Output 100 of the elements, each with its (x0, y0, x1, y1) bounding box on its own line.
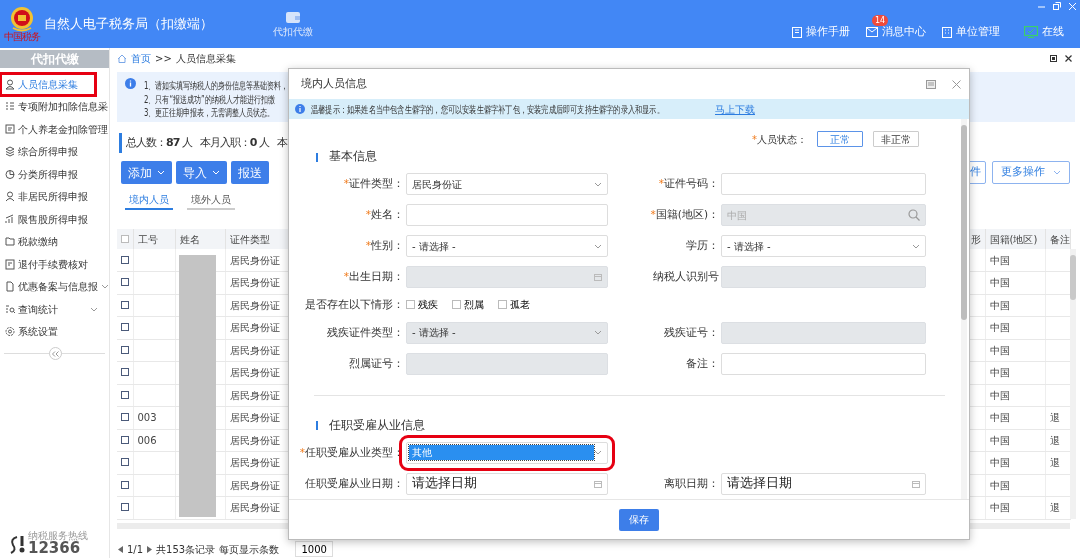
status-option[interactable]: 非正常 (873, 131, 919, 147)
column-header: 形 (970, 233, 981, 245)
table-cell: 中国 (989, 389, 1010, 401)
action-button[interactable]: 导入 (176, 161, 227, 184)
row-checkbox[interactable] (121, 278, 129, 287)
notice-text: 2、只有“报送成功”的纳税人才能进行扣缴 (144, 92, 275, 106)
calendar-icon (594, 479, 602, 488)
notice-text: 1、请如实填写纳税人的身份信息等基础资料， (144, 79, 289, 93)
column-header: 国籍(地区) (989, 233, 1038, 245)
stat-text: 本 (276, 134, 287, 151)
person-icon (5, 191, 15, 203)
field-label: 是否存在以下情形： (304, 297, 405, 312)
sidebar-item[interactable]: 退付手续费核对 (0, 253, 110, 276)
column-header: 姓名 (179, 233, 200, 245)
date-field[interactable]: 请选择日期 (406, 472, 608, 495)
sidebar-item[interactable]: 限售股所得申报 (0, 208, 110, 231)
row-checkbox[interactable] (121, 368, 129, 377)
column-header: 工号 (137, 233, 158, 245)
collapse-button[interactable] (49, 347, 62, 360)
home-icon[interactable] (117, 53, 127, 63)
sidebar-item[interactable]: 系统设置 (0, 320, 110, 343)
download-link[interactable]: 马上下载 (715, 101, 755, 117)
row-checkbox[interactable] (121, 435, 129, 444)
status-option[interactable]: 正常 (817, 131, 863, 147)
column-header: 证件类型 (229, 233, 270, 245)
breadcrumb-link[interactable]: 首页 (131, 50, 151, 66)
double-chevron-icon (52, 350, 59, 357)
action-button[interactable]: 添加 (121, 161, 172, 184)
row-checkbox[interactable] (121, 413, 129, 422)
action-button[interactable]: 报送 (231, 161, 269, 184)
sidebar-title: 代扣代缴 (0, 50, 109, 68)
monitor-icon (1024, 26, 1038, 38)
emblem-icon (10, 6, 34, 32)
table-cell: 中国 (989, 299, 1010, 311)
table-cell: 居民身份证 (229, 434, 280, 446)
row-checkbox[interactable] (121, 323, 129, 332)
select-field[interactable]: - 请选择 - (721, 235, 926, 257)
sidebar-item[interactable]: 优惠备案与信息报 (0, 275, 110, 298)
input-field[interactable] (406, 204, 608, 226)
scrollbar[interactable] (961, 119, 967, 499)
row-checkbox[interactable] (121, 480, 129, 489)
input-field[interactable] (721, 173, 926, 195)
row-checkbox[interactable] (121, 300, 129, 309)
restore-icon[interactable] (1050, 54, 1057, 62)
checkbox[interactable]: 烈属 (452, 297, 484, 313)
next-icon[interactable] (147, 545, 153, 553)
select-field[interactable]: - 请选择 - (406, 235, 608, 257)
tab[interactable]: 境内人员 (125, 191, 173, 210)
table-cell: 中国 (989, 322, 1010, 334)
column-header: 备注 (1049, 233, 1069, 245)
layers-icon (5, 146, 15, 158)
section-marker (316, 421, 318, 431)
pie-chart-icon (5, 168, 15, 180)
scrollbar[interactable] (1070, 249, 1076, 519)
action-button[interactable]: 更多操作 (992, 161, 1070, 184)
sidebar-item[interactable]: 税款缴纳 (0, 230, 110, 253)
save-button[interactable]: 保存 (619, 508, 659, 531)
field-label: 任职受雇从业日期： (304, 475, 405, 491)
table-cell: 中国 (989, 344, 1010, 356)
row-checkbox[interactable] (121, 255, 129, 264)
row-checkbox[interactable] (121, 390, 129, 399)
select-field[interactable]: 居民身份证 (406, 173, 608, 195)
hotline-logo-icon (8, 534, 26, 556)
section-title: 基本信息 (329, 148, 377, 166)
date-field[interactable]: 请选择日期 (721, 472, 926, 495)
checkbox[interactable]: 残疾 (406, 297, 438, 313)
select-all-checkbox[interactable] (121, 234, 129, 243)
document-icon (5, 123, 15, 135)
sidebar-item[interactable]: 人员信息采集 (0, 73, 96, 96)
section-title: 任职受雇从业信息 (329, 417, 425, 435)
sidebar-item[interactable]: 个人养老金扣除管理 (0, 118, 110, 141)
breadcrumb-current: 人员信息采集 (175, 51, 236, 66)
sidebar-item[interactable]: 查询统计 (0, 298, 110, 321)
sidebar-item[interactable]: 综合所得申报 (0, 140, 110, 163)
table-cell: 退 (1049, 434, 1060, 446)
table-cell: 中国 (989, 434, 1010, 446)
sidebar-item[interactable]: 分类所得申报 (0, 163, 110, 186)
sidebar-item[interactable]: 专项附加扣除信息采 (0, 95, 110, 118)
table-cell: 退 (1049, 502, 1060, 514)
row-checkbox[interactable] (121, 345, 129, 354)
input-field[interactable] (721, 352, 926, 375)
stat-text: 总人数：87 人 (126, 134, 192, 151)
search-icon[interactable] (908, 209, 920, 221)
previous-icon[interactable] (118, 545, 123, 553)
caret-icon (912, 243, 920, 249)
row-checkbox[interactable] (121, 503, 129, 512)
maximize-icon[interactable] (926, 79, 936, 89)
checkbox[interactable]: 孤老 (498, 297, 530, 313)
close-icon[interactable] (1065, 54, 1072, 62)
tab[interactable]: 境外人员 (187, 191, 235, 210)
field-label: *任职受雇从业类型： (298, 444, 405, 460)
table-cell: 居民身份证 (229, 322, 280, 334)
page-size-field[interactable]: 1000 (295, 541, 334, 557)
stat-text: 本月入职：0 人 (199, 134, 269, 151)
row-checkbox[interactable] (121, 458, 129, 467)
sidebar-item[interactable]: 非居民所得申报 (0, 185, 110, 208)
search-list-icon (5, 303, 15, 315)
caret-icon (594, 243, 602, 249)
field-label: 学历： (685, 238, 720, 254)
table-cell: 中国 (989, 254, 1010, 266)
